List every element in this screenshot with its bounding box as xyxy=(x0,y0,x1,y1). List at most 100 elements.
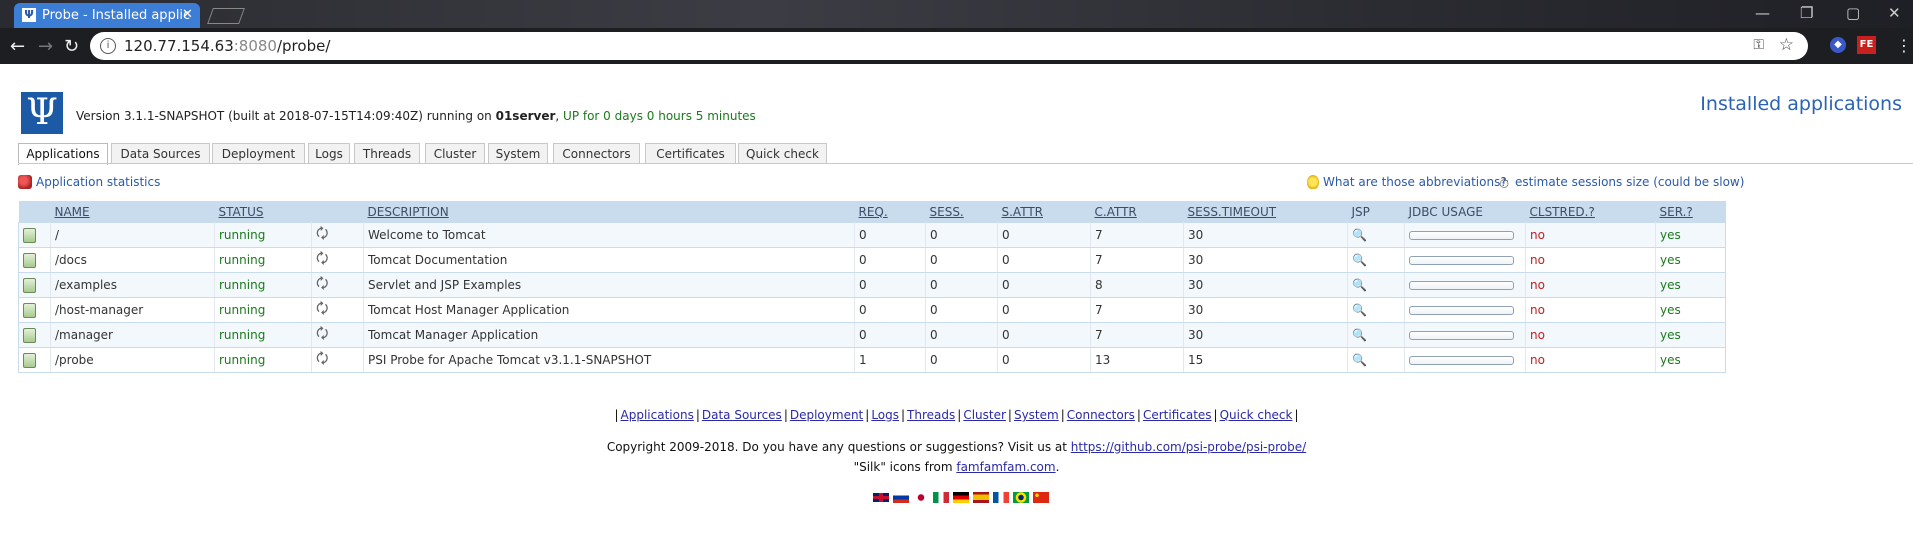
flag-pt-br-icon[interactable] xyxy=(1013,492,1029,503)
footer-link-data-sources[interactable]: Data Sources xyxy=(702,408,782,422)
app-sess[interactable]: 0 xyxy=(925,297,998,323)
app-cattr[interactable]: 7 xyxy=(1090,247,1184,273)
magnifier-icon[interactable]: 🔍 xyxy=(1352,328,1367,342)
abbreviations-link[interactable]: What are those abbreviations? xyxy=(1307,175,1507,189)
app-name[interactable]: / xyxy=(50,222,215,248)
flag-fr-icon[interactable] xyxy=(993,492,1009,503)
bookmark-star-icon[interactable]: ☆ xyxy=(1779,35,1794,55)
footer-link-deployment[interactable]: Deployment xyxy=(790,408,863,422)
footer-link-system[interactable]: System xyxy=(1014,408,1059,422)
reload-icon[interactable]: 🗘 xyxy=(316,226,329,242)
reload-icon[interactable]: 🗘 xyxy=(316,276,329,292)
browser-tab[interactable]: Ψ Probe - Installed applic ✕ xyxy=(14,3,200,28)
flag-en-icon[interactable] xyxy=(873,492,889,503)
app-name[interactable]: /manager xyxy=(50,322,215,348)
tab-deployment[interactable]: Deployment xyxy=(212,143,305,164)
header-serializable[interactable]: SER.? xyxy=(1655,201,1726,223)
app-status[interactable]: running xyxy=(214,322,312,348)
tab-system[interactable]: System xyxy=(488,143,548,164)
footer-link-quick-check[interactable]: Quick check xyxy=(1220,408,1293,422)
app-cattr[interactable]: 7 xyxy=(1090,322,1184,348)
fe-extension-icon[interactable]: FE xyxy=(1857,36,1876,54)
application-icon[interactable] xyxy=(23,352,36,368)
magnifier-icon[interactable]: 🔍 xyxy=(1352,253,1367,267)
tab-data-sources[interactable]: Data Sources xyxy=(111,143,210,164)
tab-threads[interactable]: Threads xyxy=(354,143,420,164)
flag-de-icon[interactable] xyxy=(953,492,969,503)
key-icon[interactable]: ⚿ xyxy=(1753,37,1764,53)
tab-connectors[interactable]: Connectors xyxy=(553,143,640,164)
app-cattr[interactable]: 7 xyxy=(1090,222,1184,248)
flag-it-icon[interactable] xyxy=(933,492,949,503)
tab-certificates[interactable]: Certificates xyxy=(645,143,736,164)
tab-applications[interactable]: Applications xyxy=(18,143,108,165)
forward-icon[interactable]: → xyxy=(38,36,53,57)
tab-logs[interactable]: Logs xyxy=(308,143,350,164)
new-tab-button[interactable] xyxy=(207,8,245,24)
app-status[interactable]: running xyxy=(214,297,312,323)
flag-ja-icon[interactable] xyxy=(913,492,929,503)
reload-icon[interactable]: 🗘 xyxy=(316,351,329,367)
app-cattr[interactable]: 7 xyxy=(1090,297,1184,323)
famfamfam-link[interactable]: famfamfam.com xyxy=(956,460,1055,474)
header-cattr[interactable]: C.ATTR xyxy=(1090,201,1184,223)
application-icon[interactable] xyxy=(23,277,36,293)
header-req[interactable]: REQ. xyxy=(854,201,926,223)
application-icon[interactable] xyxy=(23,227,36,243)
app-sess[interactable]: 0 xyxy=(925,222,998,248)
app-name[interactable]: /docs xyxy=(50,247,215,273)
browser-menu-icon[interactable]: ⋮ xyxy=(1896,36,1912,55)
footer-link-applications[interactable]: Applications xyxy=(621,408,694,422)
app-name[interactable]: /examples xyxy=(50,272,215,298)
app-name[interactable]: /probe xyxy=(50,347,215,373)
header-sattr[interactable]: S.ATTR xyxy=(997,201,1091,223)
reload-icon[interactable]: 🗘 xyxy=(316,301,329,317)
flag-ru-icon[interactable] xyxy=(893,492,909,503)
app-status[interactable]: running xyxy=(214,247,312,273)
application-icon[interactable] xyxy=(23,302,36,318)
address-bar[interactable]: i 120.77.154.63:8080/probe/ ⚿ ☆ xyxy=(90,32,1808,60)
magnifier-icon[interactable]: 🔍 xyxy=(1352,303,1367,317)
app-sess[interactable]: 0 xyxy=(925,347,998,373)
magnifier-icon[interactable]: 🔍 xyxy=(1352,353,1367,367)
application-statistics-link[interactable]: Application statistics xyxy=(18,175,160,189)
header-status[interactable]: STATUS xyxy=(214,201,312,223)
estimate-sessions-link[interactable]: ⏱ estimate sessions size (could be slow) xyxy=(1499,175,1744,192)
reload-icon[interactable]: ↻ xyxy=(64,36,79,57)
tab-cluster[interactable]: Cluster xyxy=(425,143,485,164)
close-tab-icon[interactable]: ✕ xyxy=(182,7,193,22)
close-window-icon[interactable]: ✕ xyxy=(1888,4,1901,22)
footer-link-logs[interactable]: Logs xyxy=(871,408,899,422)
github-link[interactable]: https://github.com/psi-probe/psi-probe/ xyxy=(1071,440,1306,454)
footer-link-cluster[interactable]: Cluster xyxy=(963,408,1006,422)
maximize-icon[interactable]: ▢ xyxy=(1846,4,1860,22)
app-cattr[interactable]: 8 xyxy=(1090,272,1184,298)
minimize-icon[interactable]: — xyxy=(1755,4,1770,22)
magnifier-icon[interactable]: 🔍 xyxy=(1352,278,1367,292)
application-icon[interactable] xyxy=(23,327,36,343)
app-name[interactable]: /host-manager xyxy=(50,297,215,323)
header-description[interactable]: DESCRIPTION xyxy=(363,201,855,223)
site-info-icon[interactable]: i xyxy=(100,38,116,54)
reload-icon[interactable]: 🗘 xyxy=(316,251,329,267)
flag-zh-icon[interactable] xyxy=(1033,492,1049,503)
app-sess[interactable]: 0 xyxy=(925,322,998,348)
header-name[interactable]: NAME xyxy=(50,201,215,223)
magnifier-icon[interactable]: 🔍 xyxy=(1352,228,1367,242)
footer-link-connectors[interactable]: Connectors xyxy=(1067,408,1135,422)
back-icon[interactable]: ← xyxy=(10,36,25,57)
flag-es-icon[interactable] xyxy=(973,492,989,503)
extension-icon[interactable]: ◆ xyxy=(1830,37,1846,53)
header-clustered[interactable]: CLSTRED.? xyxy=(1525,201,1656,223)
app-cattr[interactable]: 13 xyxy=(1090,347,1184,373)
app-status[interactable]: running xyxy=(214,222,312,248)
tab-quick-check[interactable]: Quick check xyxy=(738,143,827,164)
app-status[interactable]: running xyxy=(214,272,312,298)
header-sess[interactable]: SESS. xyxy=(925,201,998,223)
app-status[interactable]: running xyxy=(214,347,312,373)
reload-icon[interactable]: 🗘 xyxy=(316,326,329,342)
restore-icon[interactable]: ❐ xyxy=(1800,4,1813,22)
header-sess-timeout[interactable]: SESS.TIMEOUT xyxy=(1183,201,1348,223)
app-sess[interactable]: 0 xyxy=(925,247,998,273)
footer-link-certificates[interactable]: Certificates xyxy=(1143,408,1212,422)
